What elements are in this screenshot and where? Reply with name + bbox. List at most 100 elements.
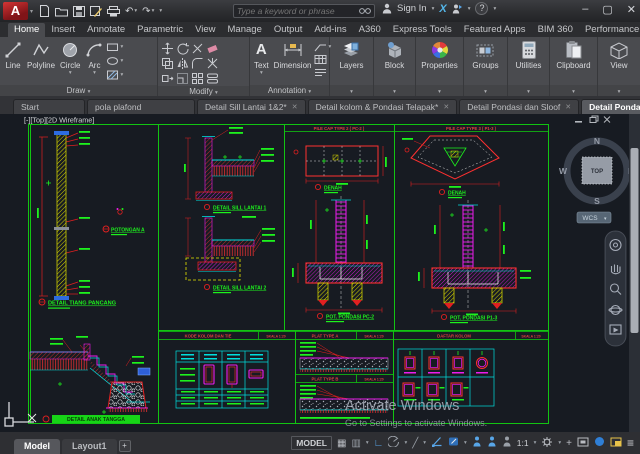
rectangle-caret-icon[interactable]: ▾	[120, 44, 123, 50]
layout1-tab[interactable]: Layout1	[62, 439, 117, 454]
redo-button[interactable]: ↷▾	[142, 6, 154, 17]
tab-close-icon[interactable]: ✕	[292, 103, 298, 111]
tab-performance[interactable]: Performance	[579, 23, 640, 37]
text-button[interactable]: A Text ▾	[252, 39, 271, 76]
new-layout-button[interactable]: +	[119, 440, 131, 452]
qat-customize-caret-icon[interactable]: ▾	[159, 8, 162, 14]
snap-mode-icon[interactable]: ▥	[351, 438, 360, 449]
stretch-button[interactable]	[160, 71, 175, 86]
ortho-mode-icon[interactable]: ∟	[374, 438, 384, 449]
draw-panel-title[interactable]: Draw ▾	[0, 85, 157, 96]
tab-bim360[interactable]: BIM 360	[532, 23, 579, 37]
tab-manage[interactable]: Manage	[222, 23, 268, 37]
block-panel-title[interactable]: ▾	[374, 85, 415, 96]
trim-button[interactable]	[190, 41, 205, 56]
isodraft-caret-icon[interactable]: ▾	[423, 440, 426, 446]
maximize-button[interactable]: ▢	[602, 3, 612, 16]
viewcube-north[interactable]: N	[594, 136, 600, 146]
rectangle-tool-button[interactable]: ▾	[106, 41, 123, 53]
help-search-box[interactable]	[233, 4, 375, 18]
polar-tracking-icon[interactable]	[388, 436, 399, 450]
polyline-button[interactable]: Polyline	[25, 39, 57, 70]
annotation-panel-title[interactable]: Annotation ▾	[250, 85, 329, 96]
block-button[interactable]: Block	[383, 39, 407, 70]
redo-caret-icon[interactable]: ▾	[152, 8, 155, 14]
leader-tool-button[interactable]: ▾	[314, 41, 331, 52]
tab-output[interactable]: Output	[268, 23, 309, 37]
close-button[interactable]: ✕	[627, 3, 636, 16]
arc-button[interactable]: Arc ▾	[83, 39, 105, 76]
line-button[interactable]: Line	[2, 39, 24, 70]
file-tab-detail-pondasi[interactable]: Detail Pondasi✕	[581, 99, 640, 114]
hatch-caret-icon[interactable]: ▾	[120, 72, 123, 78]
sign-in-label[interactable]: Sign In	[397, 3, 427, 14]
drawing-window-controls[interactable]	[575, 116, 610, 123]
workspace-caret-icon[interactable]: ▾	[558, 440, 561, 446]
erase-button[interactable]	[205, 41, 220, 56]
annotation-scale-button[interactable]	[502, 436, 512, 450]
new-drawing-button[interactable]	[39, 5, 50, 17]
viewcube-top-label[interactable]: TOP	[591, 169, 603, 175]
scale-caret-icon[interactable]: ▾	[534, 440, 537, 446]
plot-button[interactable]	[107, 6, 120, 17]
properties-button[interactable]: Properties	[419, 39, 459, 70]
ellipse-caret-icon[interactable]: ▾	[120, 58, 123, 64]
utilities-button[interactable]: Utilities	[514, 39, 544, 70]
tab-a360[interactable]: A360	[353, 23, 387, 37]
model-space-viewport[interactable]: [-][Top][2D Wireframe]	[0, 114, 640, 432]
tab-express-tools[interactable]: Express Tools	[387, 23, 458, 37]
mirror-button[interactable]	[175, 56, 190, 71]
scale-button[interactable]	[175, 71, 190, 86]
tab-addins[interactable]: Add-ins	[308, 23, 352, 37]
offset-button[interactable]	[205, 71, 220, 86]
customization-menu-icon[interactable]: ≡	[627, 436, 634, 450]
grid-display-icon[interactable]: ▦	[337, 438, 346, 449]
arc-caret-icon[interactable]: ▾	[93, 70, 96, 76]
application-menu-button[interactable]: A	[3, 2, 28, 20]
tab-annotate[interactable]: Annotate	[81, 23, 131, 37]
model-tab[interactable]: Model	[14, 439, 60, 454]
hatch-tool-button[interactable]: ▾	[106, 69, 123, 81]
dyninput-caret-icon[interactable]: ▾	[464, 440, 467, 446]
tab-parametric[interactable]: Parametric	[131, 23, 189, 37]
text-caret-icon[interactable]: ▾	[260, 70, 263, 76]
viewport-controls-label[interactable]: [-][Top][2D Wireframe]	[24, 116, 94, 125]
application-menu-caret-icon[interactable]: ▾	[30, 8, 33, 15]
sign-in-caret-icon[interactable]: ▾	[432, 6, 435, 12]
layers-panel-title[interactable]: ▾	[330, 85, 373, 96]
dynamic-input-button[interactable]	[448, 436, 459, 450]
file-tab-detail-sill[interactable]: Detail Sill Lantai 1&2*✕	[197, 99, 306, 114]
isodraft-icon[interactable]: ╱	[412, 438, 418, 449]
properties-panel-title[interactable]: ▾	[416, 85, 463, 96]
polar-caret-icon[interactable]: ▾	[404, 440, 407, 446]
viewcube-south[interactable]: S	[594, 196, 600, 206]
undo-button[interactable]: ↶▾	[125, 6, 137, 17]
viewcube[interactable]: N S W E TOP WCS ▾	[559, 136, 634, 223]
navigation-bar[interactable]	[605, 231, 626, 346]
viewcube-west[interactable]: W	[559, 166, 568, 176]
drawing-restore-icon[interactable]	[590, 116, 598, 123]
tab-featured-apps[interactable]: Featured Apps	[458, 23, 532, 37]
autodesk-a360-icon[interactable]: X	[439, 3, 446, 15]
save-button[interactable]	[73, 6, 85, 17]
tab-view[interactable]: View	[189, 23, 221, 37]
open-button[interactable]	[55, 6, 68, 17]
search-binoculars-icon[interactable]	[359, 7, 371, 15]
file-tab-detail-pondasi-sloof[interactable]: Detail Pondasi dan Sloof✕	[459, 99, 579, 114]
groups-button[interactable]: Groups	[470, 39, 500, 70]
file-tab-start[interactable]: Start	[13, 99, 85, 114]
drawing-close-icon[interactable]	[604, 117, 610, 123]
search-input[interactable]	[237, 6, 359, 16]
tab-close-icon[interactable]: ✕	[443, 103, 449, 111]
clipboard-button[interactable]: Clipboard	[554, 39, 592, 70]
explode-button[interactable]	[205, 56, 220, 71]
annotation-monitor-button[interactable]: +	[566, 438, 572, 449]
autoscale-button[interactable]	[487, 436, 497, 450]
view-button[interactable]: View	[607, 39, 631, 70]
share-caret-icon[interactable]: ▾	[468, 6, 471, 12]
minimize-button[interactable]: –	[582, 3, 588, 16]
utilities-panel-title[interactable]: ▾	[508, 85, 549, 96]
layers-button[interactable]: Layers	[337, 39, 365, 70]
fillet-button[interactable]	[190, 56, 205, 71]
rotate-button[interactable]	[175, 41, 190, 56]
